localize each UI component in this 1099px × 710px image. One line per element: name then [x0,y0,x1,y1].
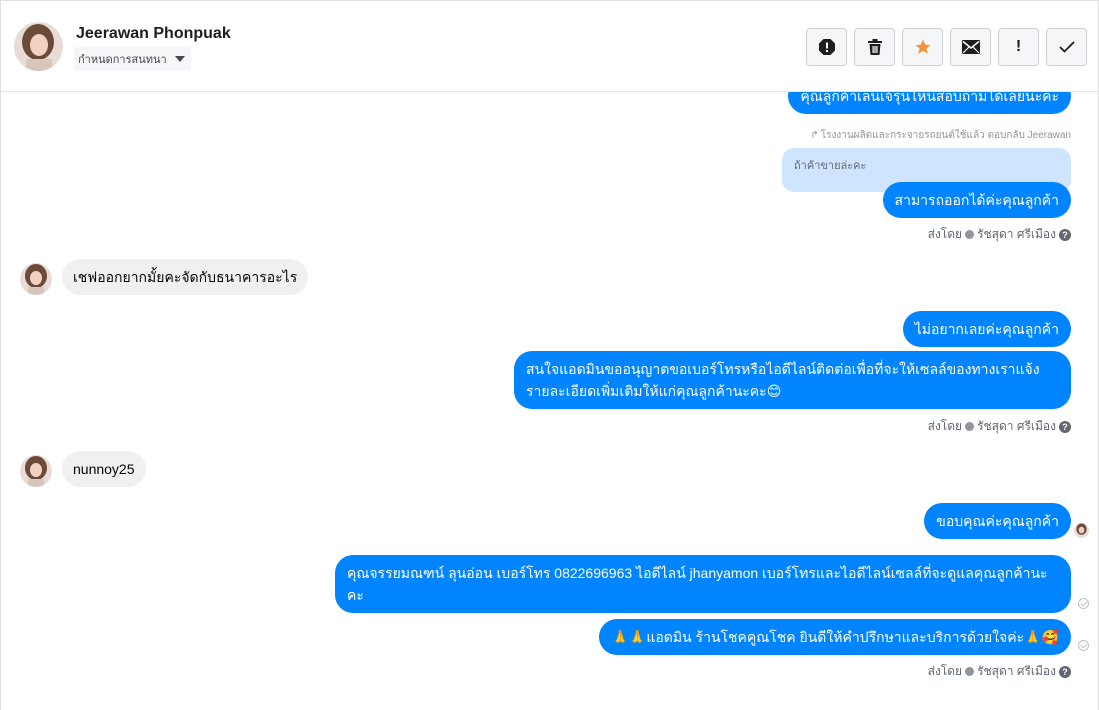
trash-icon [867,38,883,56]
star-icon [914,38,932,56]
message-text: สามารถออกได้ค่ะคุณลูกค้า [894,192,1059,208]
message-thread[interactable]: คุณลูกค้าเล่นเจ้รุ่นไหนสอบถามได้เลยนะคะ … [1,1,1098,710]
conversation-panel: คุณลูกค้าเล่นเจ้รุ่นไหนสอบถามได้เลยนะคะ … [0,0,1099,710]
message-outgoing[interactable]: 🙏🙏แอดมิน ร้านโชคคูณโชค ยินดีให้คำปรึกษาแ… [599,619,1071,655]
message-outgoing[interactable]: สามารถออกได้ค่ะคุณลูกค้า [882,182,1071,218]
message-text: คุณจรรยมณฑน์ ลุนอ่อน เบอร์โทร 0822696963… [347,565,1048,603]
contact-avatar[interactable] [14,22,63,71]
conversation-toolbar: ! [806,28,1087,66]
exclamation-icon: ! [1015,38,1022,55]
message-text: nunnoy25 [73,461,135,477]
delivered-check-icon [1078,640,1089,651]
checkmark-icon [1058,41,1075,53]
assign-label: กำหนดการสนทนา [78,54,167,66]
spam-button[interactable] [806,28,847,66]
message-text: 🙏🙏แอดมิน ร้านโชคคูณโชค ยินดีให้คำปรึกษาแ… [611,629,1059,645]
help-icon[interactable]: ? [1059,228,1071,241]
sent-by-agent-name[interactable]: รัชสุดา ศรีเมือง [977,662,1056,681]
agent-status-icon [965,422,975,431]
star-button[interactable] [902,28,943,66]
help-icon[interactable]: ? [1059,665,1071,678]
message-outgoing[interactable]: ขอบคุณค่ะคุณลูกค้า [924,503,1071,539]
spam-icon [818,38,836,56]
help-icon[interactable]: ? [1059,420,1071,433]
message-incoming[interactable]: nunnoy25 [62,451,146,487]
contact-name[interactable]: Jeerawan Phonpuak [76,25,231,43]
delete-button[interactable] [854,28,895,66]
caret-down-icon [174,56,185,62]
conversation-header: Jeerawan Phonpuak กำหนดการสนทนา ! [1,1,1098,92]
reply-arrow-icon: ↱ [810,130,819,141]
follow-up-button[interactable]: ! [998,28,1039,66]
agent-status-icon [965,230,975,239]
sent-by-label: ส่งโดย [927,227,963,241]
mark-done-button[interactable] [1046,28,1087,66]
sent-by-agent-name[interactable]: รัชสุดา ศรีเมือง [977,225,1056,244]
message-text: สนใจแอดมินขออนุญาตขอเบอร์โทรหรือไอดีไลน์… [526,361,1040,399]
seen-avatar [1074,523,1089,538]
message-outgoing[interactable]: สนใจแอดมินขออนุญาตขอเบอร์โทรหรือไอดีไลน์… [514,351,1071,409]
sent-by-agent-name[interactable]: รัชสุดา ศรีเมือง [977,417,1056,436]
assign-conversation-dropdown[interactable]: กำหนดการสนทนา [74,47,191,71]
delivered-check-icon [1078,598,1089,609]
sent-by-line: ส่งโดย รัชสุดา ศรีเมือง ? [928,417,1071,436]
agent-status-icon [965,667,975,676]
sent-by-line: ส่งโดย รัชสุดา ศรีเมือง ? [928,225,1071,244]
message-outgoing[interactable]: ไม่อยากเลยค่ะคุณลูกค้า [902,311,1071,347]
sent-by-line: ส่งโดย รัชสุดา ศรีเมือง ? [928,662,1071,681]
message-incoming[interactable]: เชฟออกยากมั้ยคะจัดกับธนาคารอะไร [62,259,309,295]
quoted-message-text: ถ้าค้าขายล่ะคะ [794,160,867,172]
message-text: เชฟออกยากมั้ยคะจัดกับธนาคารอะไร [73,269,298,285]
sent-by-label: ส่งโดย [927,419,963,433]
message-outgoing[interactable]: คุณจรรยมณฑน์ ลุนอ่อน เบอร์โทร 0822696963… [335,555,1071,613]
contact-avatar[interactable] [20,455,52,487]
envelope-icon [961,40,980,54]
contact-avatar[interactable] [20,263,52,295]
message-text: ขอบคุณค่ะคุณลูกค้า [936,513,1059,529]
message-text: ไม่อยากเลยค่ะคุณลูกค้า [914,321,1059,337]
sent-by-label: ส่งโดย [927,664,963,678]
mark-unread-button[interactable] [950,28,991,66]
reply-metadata: ↱ โรงงานผลิตและกระจายรถยนต์ใช้แล้ว ตอบกล… [810,128,1071,143]
reply-metadata-text: โรงงานผลิตและกระจายรถยนต์ใช้แล้ว ตอบกลับ… [820,130,1071,141]
